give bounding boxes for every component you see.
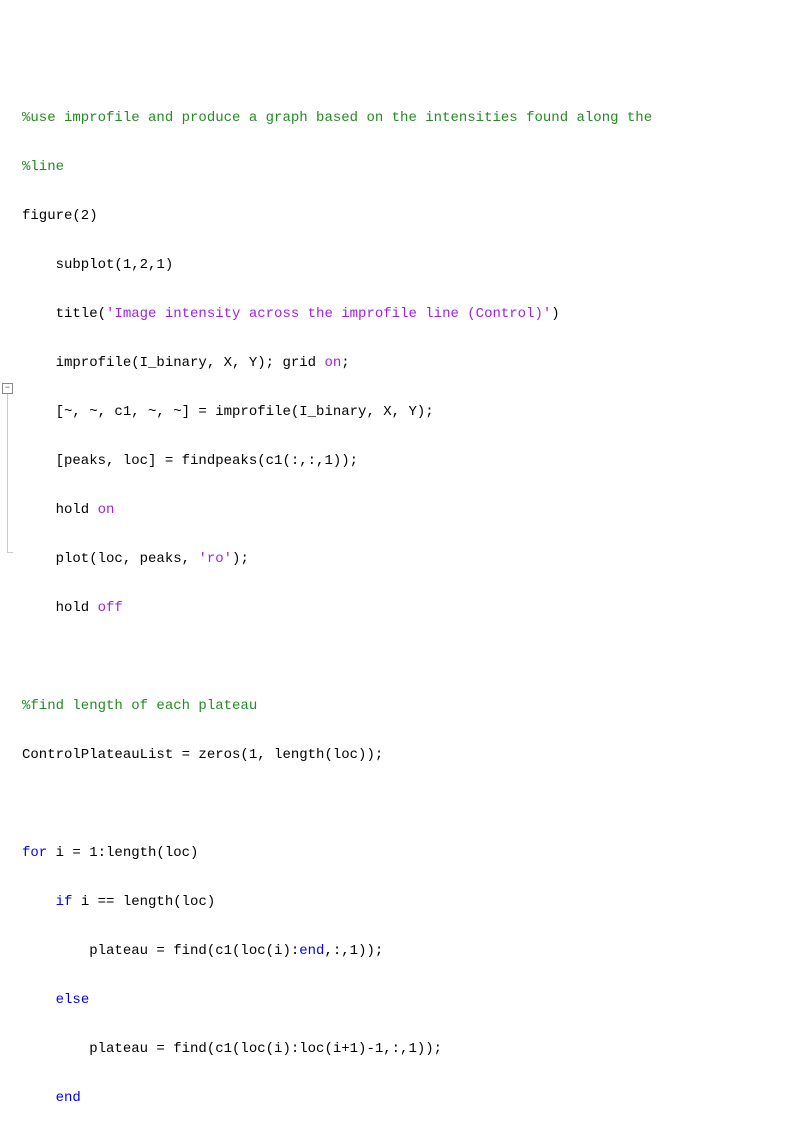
code-line: else: [22, 988, 800, 1013]
code-editor[interactable]: − %use improfile and produce a graph bas…: [0, 8, 800, 1140]
code-text: i = 1:length(loc): [47, 845, 198, 861]
code-text: ControlPlateauList = zeros(1, length(loc…: [22, 747, 383, 763]
code-line: %find length of each plateau: [22, 694, 800, 719]
fold-guide-line: [7, 394, 8, 552]
code-text: i == length(loc): [72, 894, 215, 910]
code-line: figure(2): [22, 204, 800, 229]
code-text: ;: [341, 355, 349, 371]
keyword-text: for: [22, 845, 47, 861]
code-line: ControlPlateauList(i) = length(plateau);: [22, 1135, 800, 1140]
code-text: hold: [22, 600, 98, 616]
code-line: plot(loc, peaks, 'ro');: [22, 547, 800, 572]
code-text: ,:,1));: [324, 943, 383, 959]
code-line: end: [22, 1086, 800, 1111]
keyword-text: off: [98, 600, 123, 616]
code-text: [22, 894, 56, 910]
code-line: [peaks, loc] = findpeaks(c1(:,:,1));: [22, 449, 800, 474]
code-line: subplot(1,2,1): [22, 253, 800, 278]
code-line: [22, 645, 800, 670]
code-line: improfile(I_binary, X, Y); grid on;: [22, 351, 800, 376]
code-content[interactable]: %use improfile and produce a graph based…: [22, 82, 800, 1140]
fold-guide-end: [7, 552, 13, 553]
comment-text: %use improfile and produce a graph based…: [22, 110, 652, 126]
code-line: title('Image intensity across the improf…: [22, 302, 800, 327]
code-line: %line: [22, 155, 800, 180]
code-line: plateau = find(c1(loc(i):end,:,1));: [22, 939, 800, 964]
code-text: plateau = find(c1(loc(i):: [22, 943, 299, 959]
code-text: hold: [22, 502, 98, 518]
fold-toggle-for[interactable]: −: [2, 383, 13, 394]
keyword-text: on: [98, 502, 115, 518]
code-text: [22, 1090, 56, 1106]
fold-gutter: −: [0, 8, 18, 1140]
code-line: hold off: [22, 596, 800, 621]
keyword-text: if: [56, 894, 73, 910]
string-text: 'Image intensity across the improfile li…: [106, 306, 551, 322]
code-text: figure(2): [22, 208, 98, 224]
keyword-text: end: [56, 1090, 81, 1106]
code-line: ControlPlateauList = zeros(1, length(loc…: [22, 743, 800, 768]
code-text: plot(loc, peaks,: [22, 551, 198, 567]
code-text: [~, ~, c1, ~, ~] = improfile(I_binary, X…: [22, 404, 434, 420]
code-text: title(: [22, 306, 106, 322]
keyword-text: else: [56, 992, 90, 1008]
code-line: hold on: [22, 498, 800, 523]
code-text: ): [551, 306, 559, 322]
code-text: [22, 992, 56, 1008]
code-line: [22, 792, 800, 817]
code-text: subplot(1,2,1): [22, 257, 173, 273]
comment-text: %line: [22, 159, 64, 175]
code-line: %use improfile and produce a graph based…: [22, 106, 800, 131]
code-text: );: [232, 551, 249, 567]
comment-text: %find length of each plateau: [22, 698, 257, 714]
keyword-text: end: [299, 943, 324, 959]
code-text: [peaks, loc] = findpeaks(c1(:,:,1));: [22, 453, 358, 469]
string-text: 'ro': [198, 551, 232, 567]
code-line: for i = 1:length(loc): [22, 841, 800, 866]
code-line: plateau = find(c1(loc(i):loc(i+1)-1,:,1)…: [22, 1037, 800, 1062]
code-text: ControlPlateauList(i) = length(plateau);: [22, 1139, 392, 1140]
code-text: plateau = find(c1(loc(i):loc(i+1)-1,:,1)…: [22, 1041, 442, 1057]
code-line: [~, ~, c1, ~, ~] = improfile(I_binary, X…: [22, 400, 800, 425]
code-text: improfile(I_binary, X, Y); grid: [22, 355, 324, 371]
code-line: if i == length(loc): [22, 890, 800, 915]
keyword-text: on: [324, 355, 341, 371]
